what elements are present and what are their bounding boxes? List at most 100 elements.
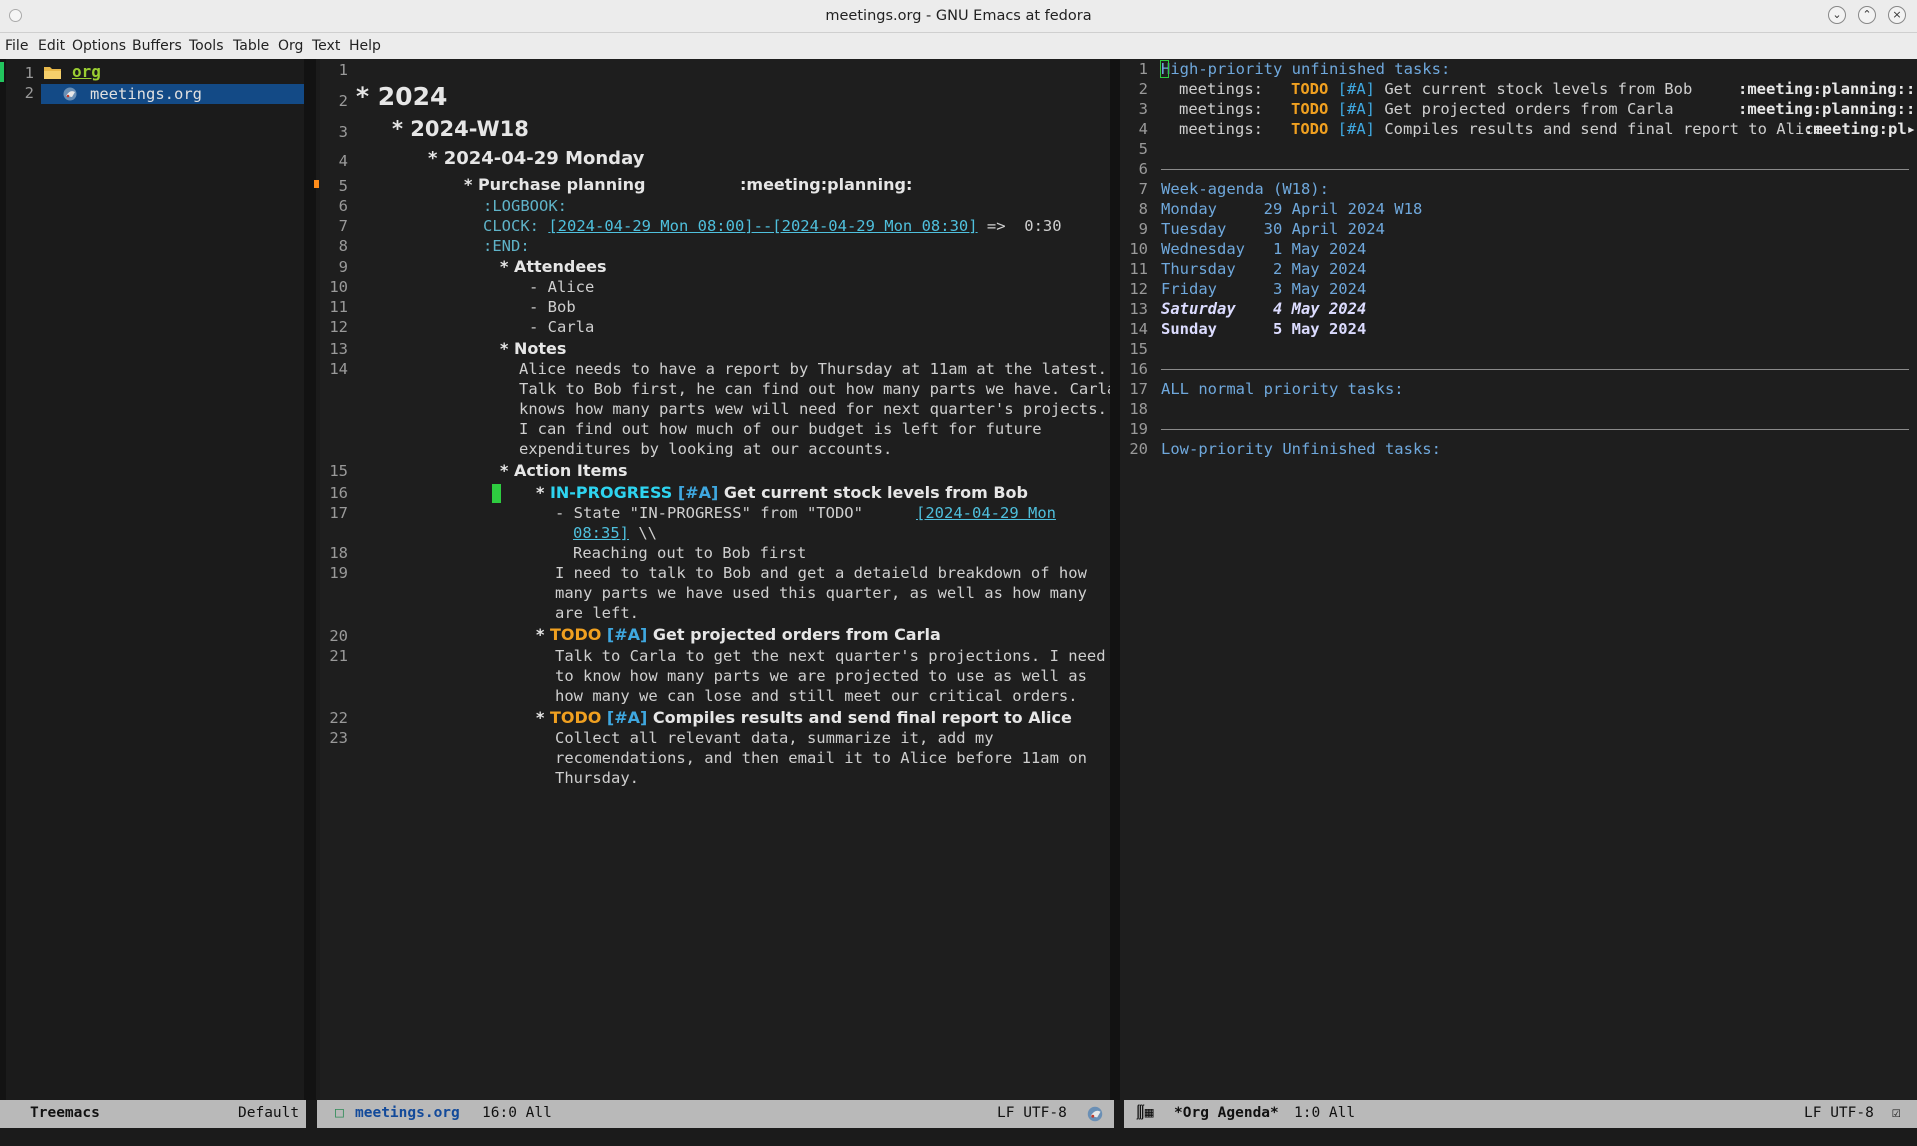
line-number: 13 <box>1129 300 1148 318</box>
agenda-tags: :meeting:planning:: <box>1738 100 1916 118</box>
heading-text: Notes <box>513 339 567 358</box>
close-icon[interactable]: × <box>1888 6 1906 24</box>
heading-week[interactable]: * 2024-W18 <box>392 117 529 141</box>
task-state: IN-PROGRESS <box>549 483 673 502</box>
line-number: 6 <box>1138 160 1148 178</box>
heading-purchase-planning[interactable]: * Purchase planning <box>464 175 645 194</box>
agenda-separator <box>1161 429 1909 430</box>
list-item: - Carla <box>529 318 595 336</box>
treemacs-file-meetings[interactable]: meetings.org <box>90 85 202 103</box>
agenda-state: TODO <box>1291 120 1329 138</box>
state-log-timestamp[interactable]: [2024-04-29 Mon <box>916 504 1056 522</box>
menu-edit[interactable]: Edit <box>38 38 65 54</box>
agenda-item[interactable]: meetings: TODO [#A] Get projected orders… <box>1179 100 1748 118</box>
minimize-icon[interactable]: ⌄ <box>1828 6 1846 24</box>
menu-org[interactable]: Org <box>278 38 303 54</box>
menu-help[interactable]: Help <box>349 38 381 54</box>
heading-day[interactable]: * 2024-04-29 Monday <box>428 148 644 169</box>
org-unicorn-icon <box>63 87 77 101</box>
menu-tools[interactable]: Tools <box>189 38 224 54</box>
task-body-line: Talk to Carla to get the next quarter's … <box>555 647 1106 665</box>
fringe-marker <box>314 180 319 188</box>
logbook-drawer[interactable]: :LOGBOOK: <box>483 197 567 215</box>
line-number: 12 <box>329 318 348 336</box>
line-number: 4 <box>1138 120 1148 138</box>
task-get-projected-orders[interactable]: * TODO [#A] Get projected orders from Ca… <box>536 625 941 644</box>
agenda-item[interactable]: meetings: TODO [#A] Compiles results and… <box>1179 120 1823 138</box>
notes-line: I can find out how much of our budget is… <box>519 420 1042 438</box>
line-number: 14 <box>329 360 348 378</box>
task-title: Get current stock levels from Bob <box>723 483 1028 502</box>
line-number: 1 <box>1138 60 1148 78</box>
agenda-mode-line: ∭▦ *Org Agenda* 1:0 All LF UTF-8 ☑ <box>1124 1100 1917 1128</box>
agenda-calendar-icon: ∭▦ <box>1136 1105 1154 1121</box>
line-number: 8 <box>338 237 348 255</box>
mode-line-buffer-name[interactable]: Treemacs <box>30 1105 100 1121</box>
menu-text[interactable]: Text <box>312 38 340 54</box>
agenda-day-weekend[interactable]: Sunday 5 May 2024 <box>1161 320 1366 338</box>
folder-icon <box>44 67 61 79</box>
treemacs-folder-org[interactable]: org <box>72 62 101 81</box>
mode-line-encoding[interactable]: LF UTF-8 <box>997 1105 1067 1121</box>
heading-text: Attendees <box>513 257 607 276</box>
line-number: 5 <box>1138 140 1148 158</box>
minibuffer[interactable] <box>0 1128 1917 1146</box>
task-body-line: I need to talk to Bob and get a detaield… <box>555 564 1087 582</box>
line-number: 15 <box>1129 340 1148 358</box>
line-number: 18 <box>1129 400 1148 418</box>
org-agenda-pane[interactable]: 1 2 3 4 5 6 7 8 9 10 11 12 13 14 15 16 1… <box>1120 59 1917 1100</box>
task-get-stock-levels[interactable]: * IN-PROGRESS [#A] Get current stock lev… <box>536 483 1028 502</box>
agenda-normal-priority-heading: ALL normal priority tasks: <box>1161 380 1404 398</box>
mode-line-buffer-name[interactable]: *Org Agenda* <box>1174 1105 1279 1121</box>
agenda-day[interactable]: Monday 29 April 2024 W18 <box>1161 200 1422 218</box>
menu-bar: File Edit Options Buffers Tools Table Or… <box>0 33 1917 59</box>
task-body-line: Collect all relevant data, summarize it,… <box>555 729 994 747</box>
line-break-marker: \\ <box>629 524 657 542</box>
agenda-day[interactable]: Thursday 2 May 2024 <box>1161 260 1366 278</box>
heading-year[interactable]: * 2024 <box>356 82 447 111</box>
clock-line: CLOCK: [2024-04-29 Mon 08:00]--[2024-04-… <box>483 217 1062 235</box>
clock-timestamp-link[interactable]: [2024-04-29 Mon 08:00]--[2024-04-29 Mon … <box>548 217 977 235</box>
agenda-category: meetings: <box>1179 100 1263 118</box>
line-number: 6 <box>338 197 348 215</box>
mode-line-workspace[interactable]: Default <box>238 1105 299 1121</box>
agenda-day-weekend[interactable]: Saturday 4 May 2024 <box>1161 300 1366 318</box>
notes-line: Alice needs to have a report by Thursday… <box>519 360 1107 378</box>
heading-action-items[interactable]: * Action Items <box>500 461 628 480</box>
task-body-line: are left. <box>555 604 639 622</box>
agenda-day[interactable]: Friday 3 May 2024 <box>1161 280 1366 298</box>
state-log-timestamp-end[interactable]: 08:35] <box>573 524 629 542</box>
mode-line-buffer-name[interactable]: meetings.org <box>355 1105 460 1121</box>
line-number: 10 <box>329 278 348 296</box>
menu-buffers[interactable]: Buffers <box>132 38 182 54</box>
week-agenda-heading: Week-agenda (W18): <box>1161 180 1329 198</box>
task-body-line: how many we can lose and still meet our … <box>555 687 1078 705</box>
task-body-line: to know how many parts we are projected … <box>555 667 1087 685</box>
state-log-timestamp-cont: 08:35] \\ <box>573 524 657 542</box>
line-number: 23 <box>329 729 348 747</box>
line-number: 11 <box>329 298 348 316</box>
task-body-line: recomendations, and then email it to Ali… <box>555 749 1087 767</box>
treemacs-pane[interactable]: 1 2 org meetings.org <box>6 59 304 1100</box>
heading-text: 2024-W18 <box>410 117 529 141</box>
mode-line-encoding[interactable]: LF UTF-8 <box>1804 1105 1874 1121</box>
line-number: 7 <box>338 217 348 235</box>
agenda-item[interactable]: meetings: TODO [#A] Get current stock le… <box>1179 80 1748 98</box>
org-editor-pane[interactable]: 1 2 3 4 5 6 7 8 9 10 11 12 13 14 15 16 1… <box>320 59 1110 1100</box>
menu-options[interactable]: Options <box>72 38 126 54</box>
heading-notes[interactable]: * Notes <box>500 339 566 358</box>
menu-file[interactable]: File <box>5 38 28 54</box>
agenda-day[interactable]: Tuesday 30 April 2024 <box>1161 220 1385 238</box>
agenda-day[interactable]: Wednesday 1 May 2024 <box>1161 240 1366 258</box>
line-marker <box>0 62 4 82</box>
heading-attendees[interactable]: * Attendees <box>500 257 607 276</box>
notes-line: Talk to Bob first, he can find out how m… <box>519 380 1110 398</box>
agenda-low-priority-heading: Low-priority Unfinished tasks: <box>1161 440 1441 458</box>
maximize-icon[interactable]: ⌃ <box>1858 6 1876 24</box>
window-divider[interactable] <box>304 59 316 1100</box>
agenda-title: Get current stock levels from Bob <box>1384 80 1749 98</box>
menu-table[interactable]: Table <box>233 38 269 54</box>
heading-text: Purchase planning <box>477 175 646 194</box>
line-number: 3 <box>1138 100 1148 118</box>
task-compile-report[interactable]: * TODO [#A] Compiles results and send fi… <box>536 708 1072 727</box>
